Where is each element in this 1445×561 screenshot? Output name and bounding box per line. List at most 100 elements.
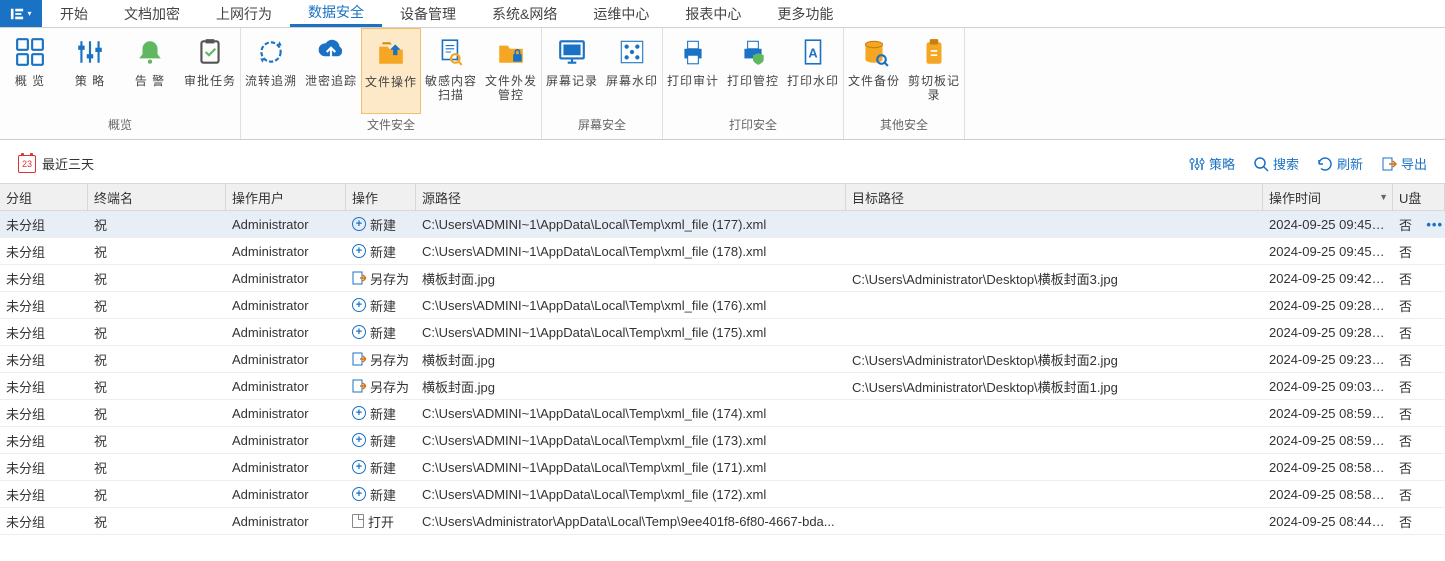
cell-op: +新建 xyxy=(346,458,416,477)
ribbon-file-op[interactable]: 文件操作 xyxy=(361,28,421,114)
table-row[interactable]: 未分组祝Administrator另存为横板封面.jpgC:\Users\Adm… xyxy=(0,346,1445,373)
menu-6[interactable]: 运维中心 xyxy=(575,0,667,27)
col-user[interactable]: 操作用户 xyxy=(226,184,346,210)
cell-udisk: 否 xyxy=(1393,350,1445,369)
ribbon-ext-ctrl[interactable]: 文件外发管控 xyxy=(481,28,541,114)
logo-dropdown-icon: ▾ xyxy=(27,9,31,18)
ribbon-print-audit[interactable]: 打印审计 xyxy=(663,28,723,114)
cell-op: 另存为 xyxy=(346,350,416,369)
create-icon: + xyxy=(352,298,366,312)
sliders-icon xyxy=(74,36,106,68)
grid-icon xyxy=(14,36,46,68)
ribbon-clipboard-rec[interactable]: 剪切板记录 xyxy=(904,28,964,114)
cell-time: 2024-09-25 09:28:12 xyxy=(1263,325,1393,340)
col-udisk[interactable]: U盘 xyxy=(1393,184,1445,210)
cell-terminal: 祝 xyxy=(88,431,226,450)
cell-group: 未分组 xyxy=(0,296,88,315)
col-time[interactable]: 操作时间▼ xyxy=(1263,184,1393,210)
cell-group: 未分组 xyxy=(0,431,88,450)
create-icon: + xyxy=(352,406,366,420)
table-row[interactable]: 未分组祝Administrator+新建C:\Users\ADMINI~1\Ap… xyxy=(0,454,1445,481)
ribbon-print-wm[interactable]: A打印水印 xyxy=(783,28,843,114)
create-icon: + xyxy=(352,244,366,258)
ribbon-file-backup[interactable]: 文件备份 xyxy=(844,28,904,114)
refresh-action[interactable]: 刷新 xyxy=(1317,154,1363,173)
table-row[interactable]: 未分组祝Administrator+新建C:\Users\ADMINI~1\Ap… xyxy=(0,481,1445,508)
menu-7[interactable]: 报表中心 xyxy=(667,0,759,27)
cell-terminal: 祝 xyxy=(88,269,226,288)
ribbon-alarm[interactable]: 告 警 xyxy=(120,28,180,114)
row-more-icon[interactable]: ••• xyxy=(1426,217,1443,232)
table-row[interactable]: 未分组祝Administrator+新建C:\Users\ADMINI~1\Ap… xyxy=(0,427,1445,454)
menu-0[interactable]: 开始 xyxy=(42,0,106,27)
date-filter[interactable]: 23 最近三天 xyxy=(18,154,94,173)
logo-icon xyxy=(10,7,24,21)
table-row[interactable]: 未分组祝Administrator+新建C:\Users\ADMINI~1\Ap… xyxy=(0,211,1445,238)
ribbon-policy[interactable]: 策 略 xyxy=(60,28,120,114)
ribbon-group-label: 文件安全 xyxy=(367,114,415,135)
table-row[interactable]: 未分组祝Administrator+新建C:\Users\ADMINI~1\Ap… xyxy=(0,319,1445,346)
cell-op: +新建 xyxy=(346,296,416,315)
table-row[interactable]: 未分组祝Administrator另存为横板封面.jpgC:\Users\Adm… xyxy=(0,265,1445,292)
cell-src: C:\Users\ADMINI~1\AppData\Local\Temp\xml… xyxy=(416,433,846,448)
cell-src: C:\Users\Administrator\AppData\Local\Tem… xyxy=(416,514,846,529)
col-target-path[interactable]: 目标路径 xyxy=(846,184,1263,210)
ribbon-print-ctrl[interactable]: 打印管控 xyxy=(723,28,783,114)
printer-shield-icon xyxy=(737,36,769,68)
export-action[interactable]: 导出 xyxy=(1381,154,1427,173)
ribbon-leak-trace[interactable]: 泄密追踪 xyxy=(301,28,361,114)
table-row[interactable]: 未分组祝Administrator+新建C:\Users\ADMINI~1\Ap… xyxy=(0,400,1445,427)
cell-udisk: 否 xyxy=(1393,512,1445,531)
col-source-path[interactable]: 源路径 xyxy=(416,184,846,210)
menu-8[interactable]: 更多功能 xyxy=(759,0,851,27)
cell-terminal: 祝 xyxy=(88,350,226,369)
ribbon-flow-trace[interactable]: 流转追溯 xyxy=(241,28,301,114)
ribbon-group-其他安全: 文件备份剪切板记录其他安全 xyxy=(844,28,965,139)
search-action[interactable]: 搜索 xyxy=(1253,154,1299,173)
main-menu: ▾ 开始文档加密上网行为数据安全设备管理系统&网络运维中心报表中心更多功能 xyxy=(0,0,1445,28)
cell-user: Administrator xyxy=(226,379,346,394)
cell-time: 2024-09-25 08:44:07 xyxy=(1263,514,1393,529)
menu-2[interactable]: 上网行为 xyxy=(198,0,290,27)
table-row[interactable]: 未分组祝Administrator+新建C:\Users\ADMINI~1\Ap… xyxy=(0,292,1445,319)
table-body: 未分组祝Administrator+新建C:\Users\ADMINI~1\Ap… xyxy=(0,211,1445,535)
cell-src: C:\Users\ADMINI~1\AppData\Local\Temp\xml… xyxy=(416,460,846,475)
cell-op: +新建 xyxy=(346,242,416,261)
cell-src: 横板封面.jpg xyxy=(416,350,846,369)
table-row[interactable]: 未分组祝Administrator另存为横板封面.jpgC:\Users\Adm… xyxy=(0,373,1445,400)
app-logo[interactable]: ▾ xyxy=(0,0,42,27)
ribbon-screen-rec[interactable]: 屏幕记录 xyxy=(542,28,602,114)
ribbon-group-概览: 概 览策 略告 警审批任务概览 xyxy=(0,28,241,139)
col-terminal[interactable]: 终端名 xyxy=(88,184,226,210)
create-icon: + xyxy=(352,433,366,447)
create-icon: + xyxy=(352,460,366,474)
ribbon-approval[interactable]: 审批任务 xyxy=(180,28,240,114)
saveas-icon xyxy=(352,352,366,366)
col-operation[interactable]: 操作 xyxy=(346,184,416,210)
cell-group: 未分组 xyxy=(0,350,88,369)
ribbon-overview[interactable]: 概 览 xyxy=(0,28,60,114)
create-icon: + xyxy=(352,325,366,339)
table-row[interactable]: 未分组祝Administrator打开C:\Users\Administrato… xyxy=(0,508,1445,535)
filter-bar: 23 最近三天 策略 搜索 刷新 导出 xyxy=(0,140,1445,183)
cell-terminal: 祝 xyxy=(88,296,226,315)
menu-3[interactable]: 数据安全 xyxy=(290,0,382,27)
menu-5[interactable]: 系统&网络 xyxy=(474,0,575,27)
menu-4[interactable]: 设备管理 xyxy=(382,0,474,27)
cell-terminal: 祝 xyxy=(88,242,226,261)
ribbon-screen-wm[interactable]: 屏幕水印 xyxy=(602,28,662,114)
cell-op: +新建 xyxy=(346,215,416,234)
menu-1[interactable]: 文档加密 xyxy=(106,0,198,27)
ribbon-group-打印安全: 打印审计打印管控A打印水印打印安全 xyxy=(663,28,844,139)
policy-action[interactable]: 策略 xyxy=(1189,154,1235,173)
table-row[interactable]: 未分组祝Administrator+新建C:\Users\ADMINI~1\Ap… xyxy=(0,238,1445,265)
ribbon-group-label: 其他安全 xyxy=(880,114,928,135)
col-group[interactable]: 分组 xyxy=(0,184,88,210)
ribbon-scan[interactable]: 敏感内容扫描 xyxy=(421,28,481,114)
cell-group: 未分组 xyxy=(0,485,88,504)
cell-src: C:\Users\ADMINI~1\AppData\Local\Temp\xml… xyxy=(416,244,846,259)
cell-op: +新建 xyxy=(346,485,416,504)
cell-op: 打开 xyxy=(346,512,416,531)
cell-terminal: 祝 xyxy=(88,485,226,504)
cell-user: Administrator xyxy=(226,433,346,448)
